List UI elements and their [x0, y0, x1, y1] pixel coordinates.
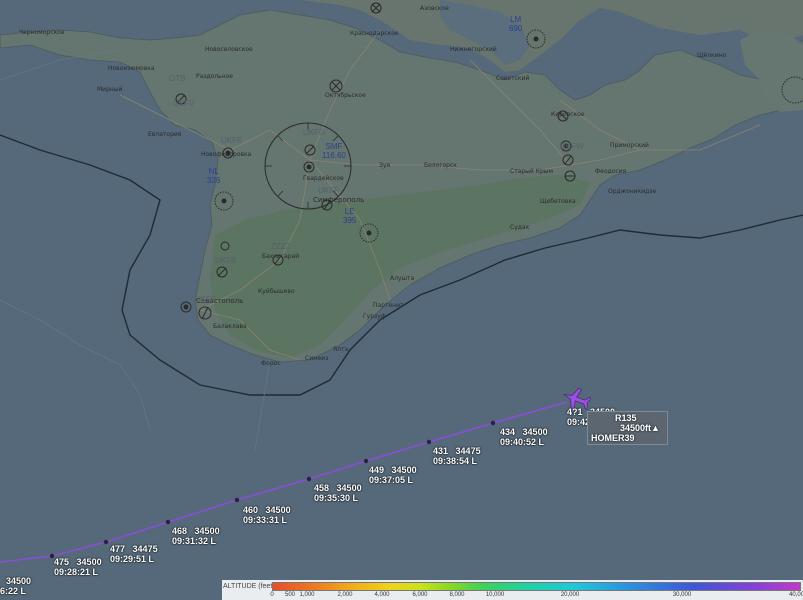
legend-tick: 6,000: [412, 592, 428, 598]
navaid-label-ukfb: UKFB: [215, 256, 237, 265]
point-time: 09:38:54 L: [433, 456, 478, 466]
point-speed: 431: [433, 446, 449, 456]
navaid-label-lm: LM 690: [509, 15, 523, 33]
track-point-label: 477 34475 09:29:51 L: [110, 544, 158, 564]
point-altitude: 34500: [265, 505, 291, 515]
point-altitude: 34500: [391, 465, 417, 475]
legend-color-bar: [272, 582, 801, 591]
navaid-label-ukfe: UKFE: [221, 136, 243, 145]
navaid-label-ukff: UKFF: [318, 186, 339, 195]
track-point-label: 449 34500 09:37:05 L: [369, 465, 417, 485]
point-speed: 449: [369, 465, 385, 475]
point-speed: 468: [172, 526, 188, 536]
navaid-symbols: [175, 2, 803, 320]
point-altitude: 34500: [76, 557, 102, 567]
navaid-label-ukfv: UKFV: [173, 99, 195, 108]
aircraft-data-tag[interactable]: R135 34500ft▲ HOMER39: [587, 411, 668, 445]
navaid-label-ukfg: UKFG: [303, 128, 326, 137]
navaid-label-ukfw: UKFW: [560, 142, 584, 151]
point-altitude: 34500: [522, 427, 548, 437]
altitude-legend: ALTITUDE (feet) 0 500 1,000 2,000 4,000 6,000…: [222, 580, 803, 600]
legend-tick: 30,000: [672, 592, 692, 598]
point-altitude: 34475: [455, 446, 481, 456]
flight-tracking-map[interactable]: Черноморское Новоселовское Новоизюмовка …: [0, 0, 803, 600]
point-time: 09:28:21 L: [54, 567, 99, 577]
legend-tick: 1,000: [299, 592, 315, 598]
legend-tick: 500: [284, 592, 296, 598]
navaid-label-zzzz: ZZZZ: [271, 242, 291, 251]
track-label-edge: 34500 6:22 L: [0, 576, 32, 596]
legend-tick: 4,000: [374, 592, 390, 598]
aircraft-callsign: HOMER39: [591, 433, 635, 443]
legend-tick: 10,000: [485, 592, 505, 598]
legend-tick: 40,000+: [789, 592, 803, 598]
point-speed: 458: [314, 483, 330, 493]
track-point-label: 475 34500 09:28:21 L: [54, 557, 102, 577]
point-speed: 4?1: [567, 407, 583, 417]
point-time: 09:31:32 L: [172, 536, 217, 546]
legend-title: ALTITUDE (feet): [223, 583, 275, 590]
aircraft-type: R135: [615, 413, 637, 423]
legend-tick: 2,000: [337, 592, 353, 598]
legend-tick: 8,000: [449, 592, 465, 598]
navaid-label-ukfk: UKFK: [195, 295, 217, 304]
aircraft-altitude: 34500ft▲: [620, 423, 660, 433]
legend-tick: 0: [270, 592, 274, 598]
track-point-label: 460 34500 09:33:31 L: [243, 505, 291, 525]
legend-tick: 20,000: [560, 592, 580, 598]
point-speed: 475: [54, 557, 70, 567]
point-time: 09:40:52 L: [500, 437, 545, 447]
point-altitude: 34500: [194, 526, 220, 536]
navaid-label-smf: SMF 116.60: [322, 142, 346, 160]
navaid-label-otb: OTB: [169, 74, 186, 83]
track-point-label: 468 34500 09:31:32 L: [172, 526, 220, 546]
point-speed: 460: [243, 505, 259, 515]
point-time: 09:37:05 L: [369, 475, 414, 485]
point-altitude: 34500: [336, 483, 362, 493]
navaid-label-le: LE 395: [343, 207, 357, 225]
track-point-label: 458 34500 09:35:30 L: [314, 483, 362, 503]
point-speed: 477: [110, 544, 126, 554]
point-speed: 434: [500, 427, 516, 437]
point-time: 09:35:30 L: [314, 493, 359, 503]
navaid-label-nl: NL 326: [207, 167, 221, 185]
point-time: 09:33:31 L: [243, 515, 288, 525]
point-altitude: 34475: [132, 544, 158, 554]
track-point-label: 431 34475 09:38:54 L: [433, 446, 481, 466]
track-point-label: 434 34500 09:40:52 L: [500, 427, 548, 447]
point-time: 09:29:51 L: [110, 554, 155, 564]
